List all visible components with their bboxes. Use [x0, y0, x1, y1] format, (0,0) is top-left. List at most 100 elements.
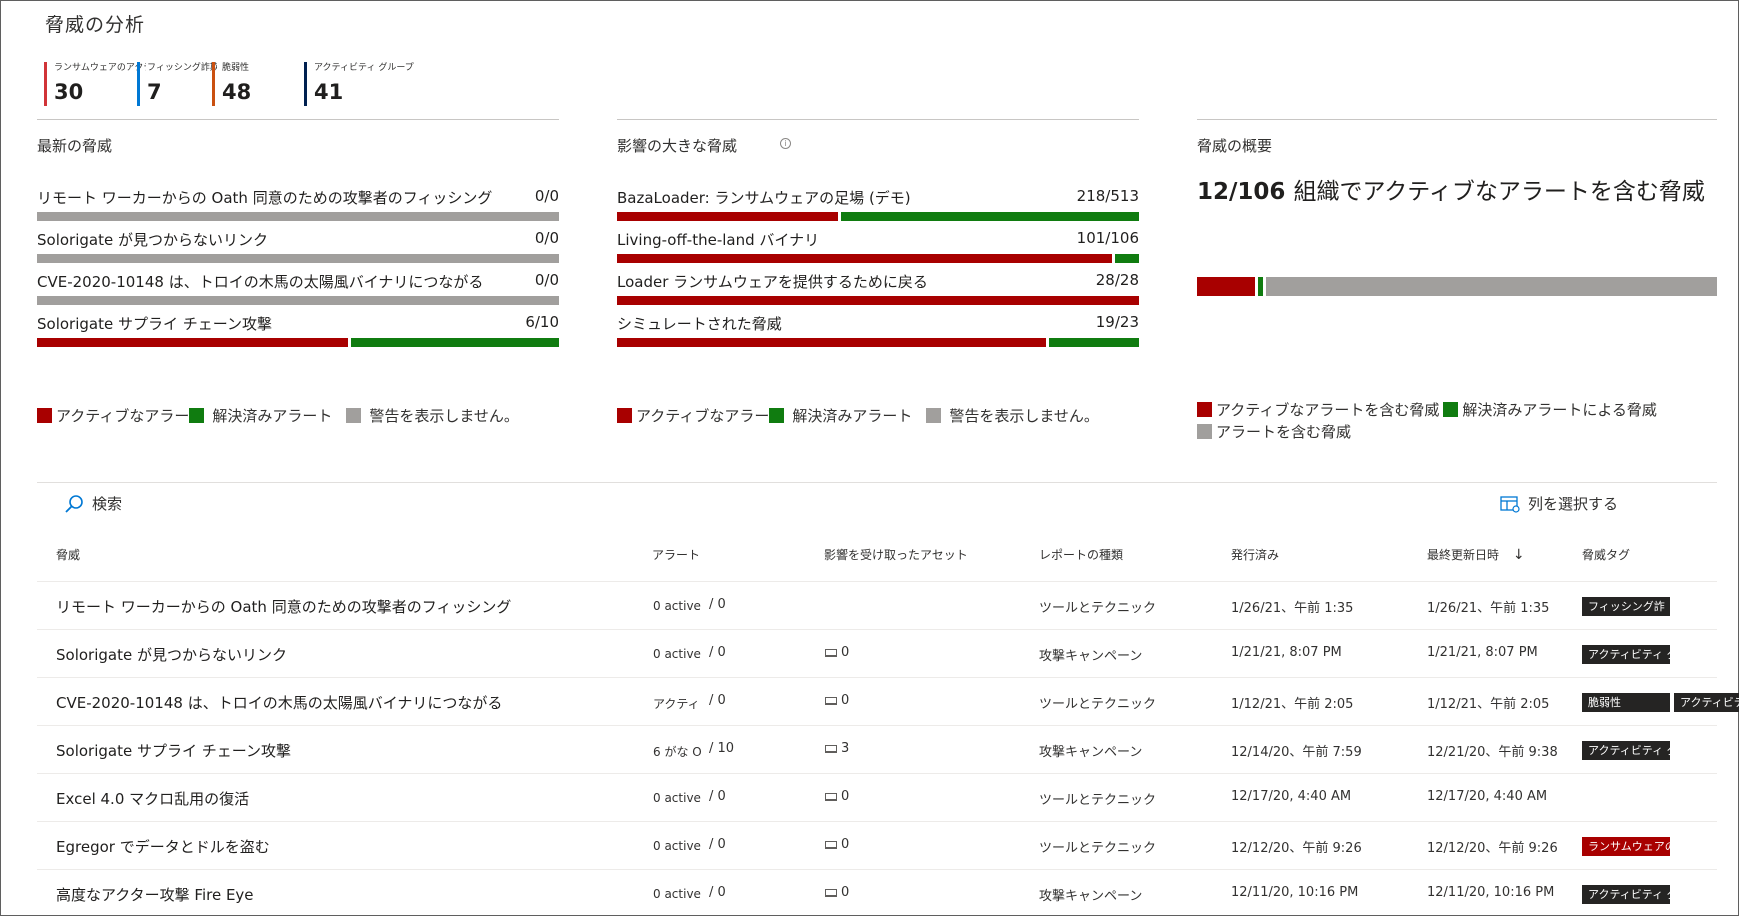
- column-header-threat[interactable]: 脅威: [56, 546, 80, 563]
- report-type: ツールとテクニック: [1039, 697, 1157, 712]
- threat-row-count: 0/0: [534, 187, 559, 205]
- legend-swatch-resolved: [769, 408, 785, 423]
- threat-row-count: 0/0: [534, 271, 559, 289]
- threat-name-link[interactable]: Solorigate が見つからないリンク: [56, 644, 287, 665]
- legend-swatch-resolved: [1443, 402, 1459, 417]
- threat-row-label[interactable]: Solorigate が見つからないリンク: [37, 229, 268, 250]
- legend-resolved: 解決済みアラート: [769, 405, 912, 426]
- stat-vulnerability[interactable]: 脆弱性 48: [212, 62, 282, 106]
- legend-swatch-none: [346, 408, 362, 423]
- legend-label: 解決済みアラート: [212, 407, 333, 425]
- info-icon[interactable]: i: [780, 138, 791, 149]
- overview-count: 12/106: [1197, 179, 1286, 205]
- legend-label: 解決済みアラート: [792, 407, 913, 425]
- threat-name-link[interactable]: Excel 4.0 マクロ乱用の復活: [56, 788, 249, 809]
- legend-label: 警告を表示しません。: [369, 407, 519, 425]
- table-row[interactable]: リモート ワーカーからの Oath 同意のための攻撃者のフィッシング 0 acti…: [37, 582, 1717, 630]
- threat-row-label[interactable]: シミュレートされた脅威: [617, 313, 782, 334]
- device-icon: [825, 841, 837, 849]
- latest-legend: アクティブなアラー 解決済みアラート 警告を表示しません。: [37, 405, 519, 426]
- last-updated-date: 1/26/21、午前 1:35: [1427, 601, 1550, 616]
- legend-none: アラートを含む脅威: [1197, 421, 1351, 442]
- threat-tag[interactable]: ランサムウェアの元: [1582, 837, 1670, 856]
- stat-phishing[interactable]: フィッシング詐欺 7: [137, 62, 217, 106]
- alert-total: / 0: [709, 645, 726, 660]
- threat-row-bar: [617, 338, 1139, 347]
- threat-name-link[interactable]: CVE-2020-10148 は、トロイの木馬の太陽風バイナリにつながる: [56, 692, 502, 713]
- threat-row-bar: [37, 338, 559, 347]
- overview-legend: アクティブなアラートを含む脅威 解決済みアラートによる脅威: [1197, 399, 1657, 420]
- device-icon: [825, 649, 837, 657]
- threat-row-bar: [617, 254, 1139, 263]
- overview-bar-resolved: [1258, 277, 1264, 296]
- table-row[interactable]: Solorigate が見つからないリンク 0 active / 0 0 攻撃キャンペー…: [37, 630, 1717, 678]
- legend-swatch-active: [1197, 402, 1212, 417]
- threat-tag[interactable]: アクティビティ グル: [1582, 645, 1670, 664]
- alert-total: / 0: [709, 789, 726, 804]
- alert-status: 0 active: [653, 599, 701, 613]
- column-header-alerts[interactable]: アラート: [652, 546, 700, 563]
- device-icon: [825, 793, 837, 801]
- table-row[interactable]: Excel 4.0 マクロ乱用の復活 0 active / 0 0 ツールとテクニック 1…: [37, 774, 1717, 822]
- threat-tag[interactable]: 脆弱性: [1582, 693, 1670, 712]
- legend-none: 警告を表示しません。: [926, 405, 1099, 426]
- threat-tag[interactable]: アクティビティ グル: [1582, 885, 1670, 904]
- threat-name-link[interactable]: リモート ワーカーからの Oath 同意のための攻撃者のフィッシング: [56, 596, 511, 617]
- threat-tag[interactable]: フィッシング詐: [1582, 597, 1670, 616]
- threat-name-link[interactable]: Egregor でデータとドルを盗む: [56, 836, 270, 857]
- column-header-label: 最終更新日時: [1427, 548, 1500, 562]
- columns-icon: [1500, 495, 1520, 513]
- affected-assets: 0: [825, 645, 849, 660]
- threat-row-bar: [37, 212, 559, 221]
- table-row[interactable]: CVE-2020-10148 は、トロイの木馬の太陽風バイナリにつながる アクティ…: [37, 678, 1739, 726]
- stat-label: フィッシング詐欺: [147, 63, 217, 73]
- threat-name-link[interactable]: 高度なアクター攻撃 Fire Eye: [56, 884, 254, 905]
- overview-bar-none: [1266, 277, 1717, 296]
- bar-segment-active: [617, 338, 1046, 347]
- stat-value: 41: [314, 80, 344, 104]
- bar-segment-active: [617, 296, 1139, 305]
- column-header-assets[interactable]: 影響を受け取ったアセット: [824, 546, 968, 563]
- column-header-last-updated[interactable]: 最終更新日時 ↓: [1427, 546, 1525, 563]
- column-header-report-type[interactable]: レポートの種類: [1039, 546, 1123, 563]
- threat-name-link[interactable]: Solorigate サプライ チェーン攻撃: [56, 740, 291, 761]
- alert-total: / 10: [709, 741, 735, 756]
- search-box[interactable]: 検索: [64, 493, 122, 514]
- table-row[interactable]: Egregor でデータとドルを盗む 0 active / 0 0 ツールとテクニック 1…: [37, 822, 1717, 870]
- panel-divider: [37, 119, 559, 120]
- threat-row-label[interactable]: Living-off-the-land バイナリ: [617, 229, 819, 250]
- threat-row-label[interactable]: Solorigate サプライ チェーン攻撃: [37, 313, 272, 334]
- overview-bar: [1197, 277, 1717, 296]
- stat-value: 48: [222, 80, 252, 104]
- column-header-tags[interactable]: 脅威タグ: [1582, 546, 1630, 563]
- threat-tag[interactable]: アクティビティ グル: [1582, 741, 1670, 760]
- stat-ransomware[interactable]: ランサムウェアのアクティビティ 30: [44, 62, 146, 106]
- page-title: 脅威の分析: [45, 14, 146, 36]
- published-date: 1/12/21、午前 2:05: [1231, 697, 1354, 712]
- choose-columns-label: 列を選択する: [1528, 495, 1619, 513]
- table-row[interactable]: 高度なアクター攻撃 Fire Eye 0 active / 0 0 攻撃キャンペーン 12…: [37, 870, 1717, 916]
- assets-count: 0: [841, 837, 850, 852]
- threat-row-bar: [617, 296, 1139, 305]
- threat-row-label[interactable]: Loader ランサムウェアを提供するために戻る: [617, 271, 928, 292]
- stat-activity-group[interactable]: アクティビティ グループ 41: [304, 62, 414, 106]
- bar-segment-active: [617, 254, 1112, 263]
- column-header-published[interactable]: 発行済み: [1231, 546, 1279, 563]
- alert-total: / 0: [709, 837, 726, 852]
- latest-threats-title: 最新の脅威: [37, 137, 113, 155]
- published-date: 12/11/20, 10:16 PM: [1231, 885, 1359, 900]
- threat-row-count: 218/513: [1076, 187, 1139, 205]
- published-date: 12/17/20, 4:40 AM: [1231, 789, 1352, 804]
- threat-row-label[interactable]: リモート ワーカーからの Oath 同意のための攻撃者のフィッシング: [37, 187, 492, 208]
- threat-tag[interactable]: アクティビティqu: [1674, 693, 1739, 712]
- alert-total: / 0: [709, 597, 726, 612]
- threat-row-bar: [617, 212, 1139, 221]
- bar-segment-none: [37, 254, 559, 263]
- bar-segment-active: [37, 338, 349, 347]
- bar-segment-none: [37, 212, 559, 221]
- published-date: 12/12/20、午前 9:26: [1231, 841, 1362, 856]
- threat-row-label[interactable]: BazaLoader: ランサムウェアの足場 (デモ): [617, 187, 911, 208]
- table-row[interactable]: Solorigate サプライ チェーン攻撃 6 がな O / 10 3 攻撃キャンペー…: [37, 726, 1717, 774]
- threat-row-label[interactable]: CVE-2020-10148 は、トロイの木馬の太陽風バイナリにつながる: [37, 271, 483, 292]
- choose-columns-button[interactable]: 列を選択する: [1500, 493, 1618, 514]
